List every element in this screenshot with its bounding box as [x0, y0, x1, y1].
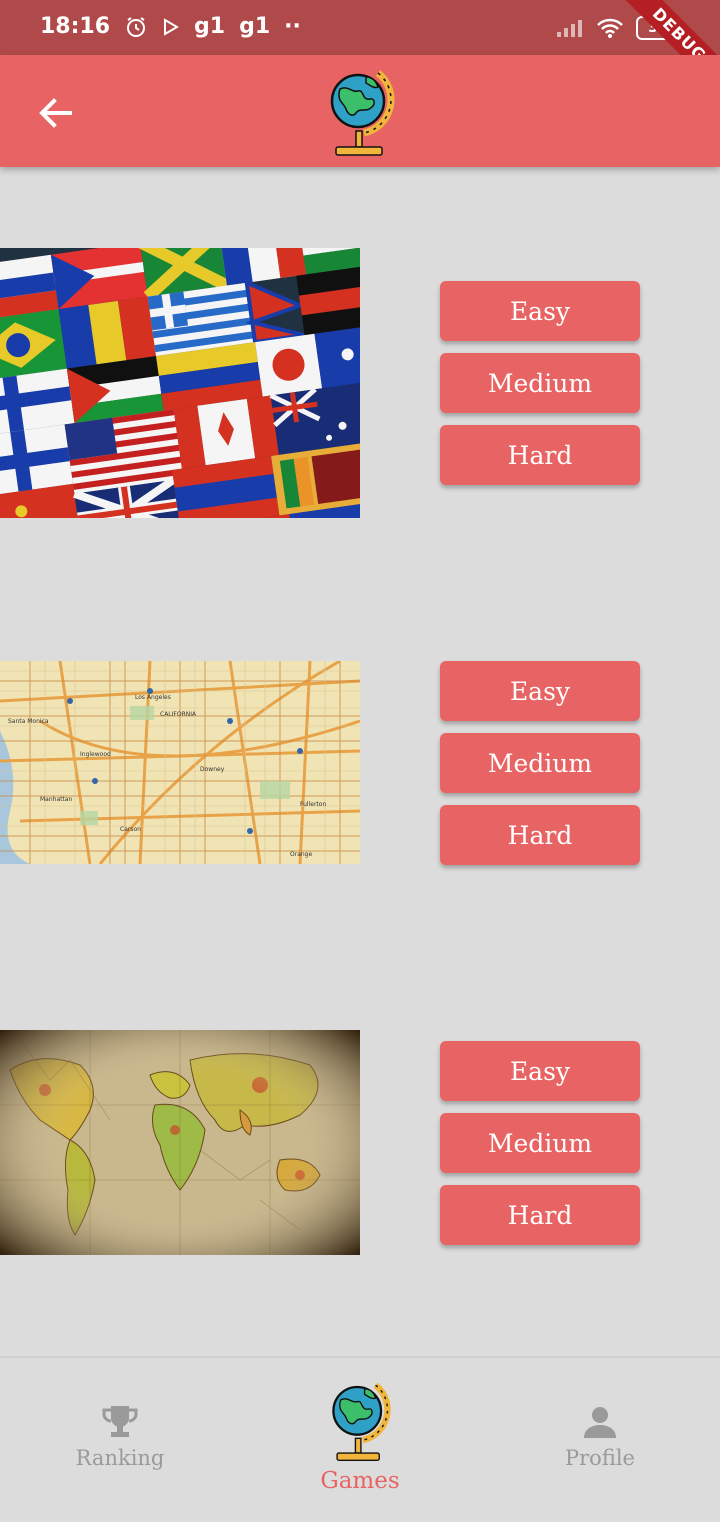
world-map-image[interactable] [0, 1030, 360, 1255]
notification-g1: g1 [194, 14, 226, 39]
svg-text:CALIFORNIA: CALIFORNIA [160, 711, 197, 718]
difficulty-buttons: Easy Medium Hard [440, 281, 640, 497]
svg-text:Orange: Orange [290, 851, 312, 858]
world-flags-image[interactable] [0, 248, 360, 518]
nav-item-games[interactable]: Games [300, 1376, 420, 1494]
easy-button[interactable]: Easy [440, 281, 640, 341]
medium-button[interactable]: Medium [440, 1113, 640, 1173]
svg-text:Inglewood: Inglewood [80, 751, 111, 758]
globe-icon [332, 1382, 391, 1462]
arrow-back-icon[interactable] [32, 89, 80, 137]
notification-g1: g1 [239, 14, 271, 39]
status-time: 18:16 [40, 14, 111, 39]
wifi-icon [597, 18, 623, 38]
globe-icon [330, 70, 395, 156]
hard-button[interactable]: Hard [440, 1185, 640, 1245]
person-icon [584, 1407, 616, 1438]
nav-label-games: Games [320, 1468, 400, 1494]
svg-text:Santa Monica: Santa Monica [8, 718, 49, 725]
medium-button[interactable]: Medium [440, 353, 640, 413]
status-left: 18:16 g1 g1 ·· [40, 14, 301, 39]
app-bar [0, 55, 720, 167]
status-bar: 18:16 g1 g1 ·· 38 DEBUG [0, 0, 720, 98]
play-store-icon [164, 17, 180, 36]
signal-icon [557, 20, 582, 37]
medium-button[interactable]: Medium [440, 733, 640, 793]
svg-text:Los Angeles: Los Angeles [135, 694, 171, 701]
nav-label-ranking: Ranking [75, 1446, 165, 1470]
nav-label-profile: Profile [565, 1446, 635, 1470]
nav-item-ranking[interactable]: Ranking [60, 1402, 180, 1470]
difficulty-buttons: Easy Medium Hard [440, 1041, 640, 1257]
svg-text:Downey: Downey [200, 766, 225, 773]
difficulty-buttons: Easy Medium Hard [440, 661, 640, 877]
svg-text:Manhattan: Manhattan [40, 796, 73, 803]
bottom-navigation: Ranking Games Profile [0, 1356, 720, 1522]
easy-button[interactable]: Easy [440, 1041, 640, 1101]
alarm-icon [127, 16, 146, 37]
city-map-image[interactable]: Los Angeles Santa Monica CALIFORNIA Inglew… [0, 661, 360, 864]
hard-button[interactable]: Hard [440, 425, 640, 485]
nav-item-profile[interactable]: Profile [540, 1402, 660, 1470]
more-notifications-icon: ·· [284, 14, 301, 39]
svg-text:Carson: Carson [120, 826, 141, 833]
hard-button[interactable]: Hard [440, 805, 640, 865]
easy-button[interactable]: Easy [440, 661, 640, 721]
svg-text:Fullerton: Fullerton [300, 801, 326, 808]
trophy-icon [102, 1406, 138, 1437]
